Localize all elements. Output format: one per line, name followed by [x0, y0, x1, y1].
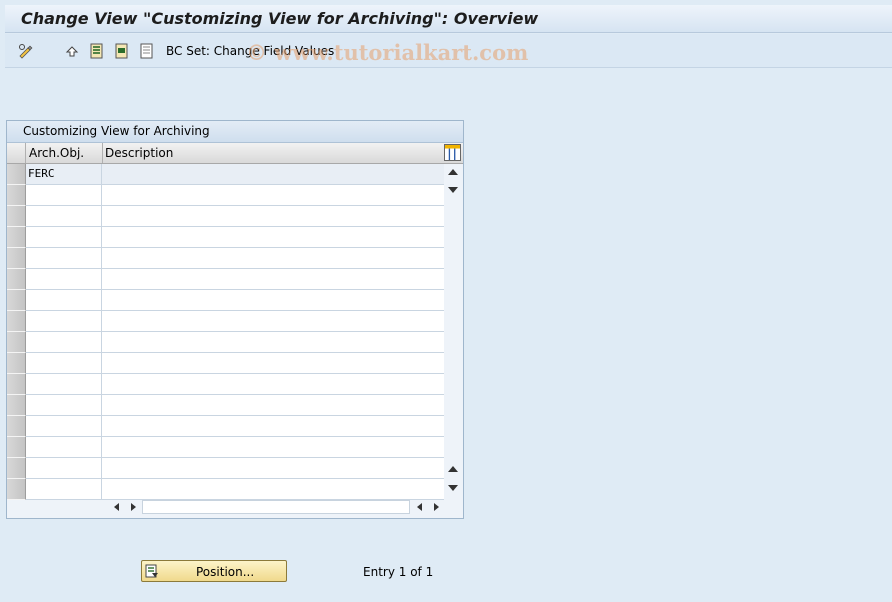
table-header: Arch.Obj. Description: [7, 143, 463, 164]
description-cell[interactable]: [102, 395, 444, 416]
description-cell[interactable]: [102, 311, 444, 332]
scroll-right-end-icon[interactable]: [434, 503, 439, 511]
row-selector[interactable]: [7, 332, 26, 353]
row-selector[interactable]: [7, 185, 26, 206]
row-selector[interactable]: [7, 437, 26, 458]
table-row: [7, 374, 444, 395]
description-cell[interactable]: [102, 290, 444, 311]
table-title-bar: Customizing View for Archiving: [7, 121, 463, 143]
description-cell[interactable]: [102, 374, 444, 395]
row-selector[interactable]: [7, 374, 26, 395]
select-block-icon[interactable]: [114, 43, 130, 59]
row-selector[interactable]: [7, 227, 26, 248]
table-row: [7, 437, 444, 458]
row-selector[interactable]: [7, 479, 26, 500]
column-header-arch-obj[interactable]: Arch.Obj.: [29, 146, 84, 160]
arch-obj-cell[interactable]: [26, 416, 102, 437]
row-selector[interactable]: [7, 416, 26, 437]
column-header-description[interactable]: Description: [105, 146, 173, 160]
table-row: [7, 353, 444, 374]
description-cell[interactable]: [102, 458, 444, 479]
description-cell[interactable]: [102, 164, 444, 185]
undo-icon[interactable]: [64, 43, 80, 59]
arch-obj-cell[interactable]: [26, 227, 102, 248]
description-cell[interactable]: [102, 227, 444, 248]
row-selector[interactable]: [7, 206, 26, 227]
select-all-rows-button[interactable]: [7, 143, 26, 163]
arch-obj-cell[interactable]: [26, 332, 102, 353]
position-button-label: Position...: [196, 565, 255, 579]
description-cell[interactable]: [102, 416, 444, 437]
description-cell[interactable]: [102, 479, 444, 500]
description-cell[interactable]: [102, 269, 444, 290]
scroll-up-icon[interactable]: [448, 169, 458, 175]
table-row: FERC: [7, 164, 444, 185]
scroll-left-icon[interactable]: [114, 503, 119, 511]
title-bar: Change View "Customizing View for Archiv…: [5, 5, 892, 33]
row-selector[interactable]: [7, 311, 26, 332]
display-change-icon[interactable]: [18, 43, 34, 59]
watermark: © www.tutorialkart.com: [246, 40, 529, 65]
table-row: [7, 395, 444, 416]
scroll-left-end-icon[interactable]: [417, 503, 422, 511]
table-row: [7, 206, 444, 227]
table-row: [7, 416, 444, 437]
arch-obj-cell[interactable]: [26, 395, 102, 416]
position-icon: [145, 564, 158, 578]
arch-obj-cell[interactable]: [26, 185, 102, 206]
arch-obj-cell[interactable]: [26, 311, 102, 332]
arch-obj-cell[interactable]: [26, 374, 102, 395]
page-up-icon[interactable]: [448, 466, 458, 472]
column-divider: [102, 143, 103, 163]
row-selector[interactable]: [7, 269, 26, 290]
table-row: [7, 248, 444, 269]
table-row: [7, 479, 444, 500]
arch-obj-cell[interactable]: [26, 206, 102, 227]
arch-obj-cell[interactable]: [26, 269, 102, 290]
table-row: [7, 290, 444, 311]
table-row: [7, 185, 444, 206]
table-settings-icon[interactable]: [444, 144, 461, 161]
description-cell[interactable]: [102, 206, 444, 227]
row-selector[interactable]: [7, 395, 26, 416]
scroll-right-icon[interactable]: [131, 503, 136, 511]
position-button[interactable]: Position...: [141, 560, 287, 582]
scroll-down-icon[interactable]: [448, 187, 458, 193]
vertical-scrollbar[interactable]: [444, 164, 463, 496]
table-row: [7, 332, 444, 353]
description-cell[interactable]: [102, 248, 444, 269]
description-cell[interactable]: [102, 332, 444, 353]
table-row: [7, 269, 444, 290]
entry-counter: Entry 1 of 1: [363, 565, 434, 579]
horizontal-scrollbar[interactable]: [102, 499, 444, 515]
select-all-icon[interactable]: [89, 43, 105, 59]
description-cell[interactable]: [102, 185, 444, 206]
customizing-table: Customizing View for Archiving Arch.Obj.…: [6, 120, 464, 519]
description-cell[interactable]: [102, 437, 444, 458]
row-selector[interactable]: [7, 353, 26, 374]
arch-obj-cell[interactable]: [26, 437, 102, 458]
scroll-track[interactable]: [142, 500, 410, 514]
arch-obj-cell[interactable]: [26, 248, 102, 269]
table-row: [7, 311, 444, 332]
arch-obj-cell[interactable]: FERC: [26, 164, 102, 185]
row-selector[interactable]: [7, 164, 26, 185]
page-title: Change View "Customizing View for Archiv…: [21, 9, 539, 28]
row-selector[interactable]: [7, 248, 26, 269]
arch-obj-cell[interactable]: [26, 458, 102, 479]
description-cell[interactable]: [102, 353, 444, 374]
deselect-all-icon[interactable]: [139, 43, 155, 59]
table-row: [7, 458, 444, 479]
table-title: Customizing View for Archiving: [23, 124, 210, 138]
arch-obj-cell[interactable]: [26, 290, 102, 311]
row-selector[interactable]: [7, 458, 26, 479]
row-selector[interactable]: [7, 290, 26, 311]
table-row: [7, 227, 444, 248]
arch-obj-cell[interactable]: [26, 479, 102, 500]
arch-obj-cell[interactable]: [26, 353, 102, 374]
page-down-icon[interactable]: [448, 485, 458, 491]
